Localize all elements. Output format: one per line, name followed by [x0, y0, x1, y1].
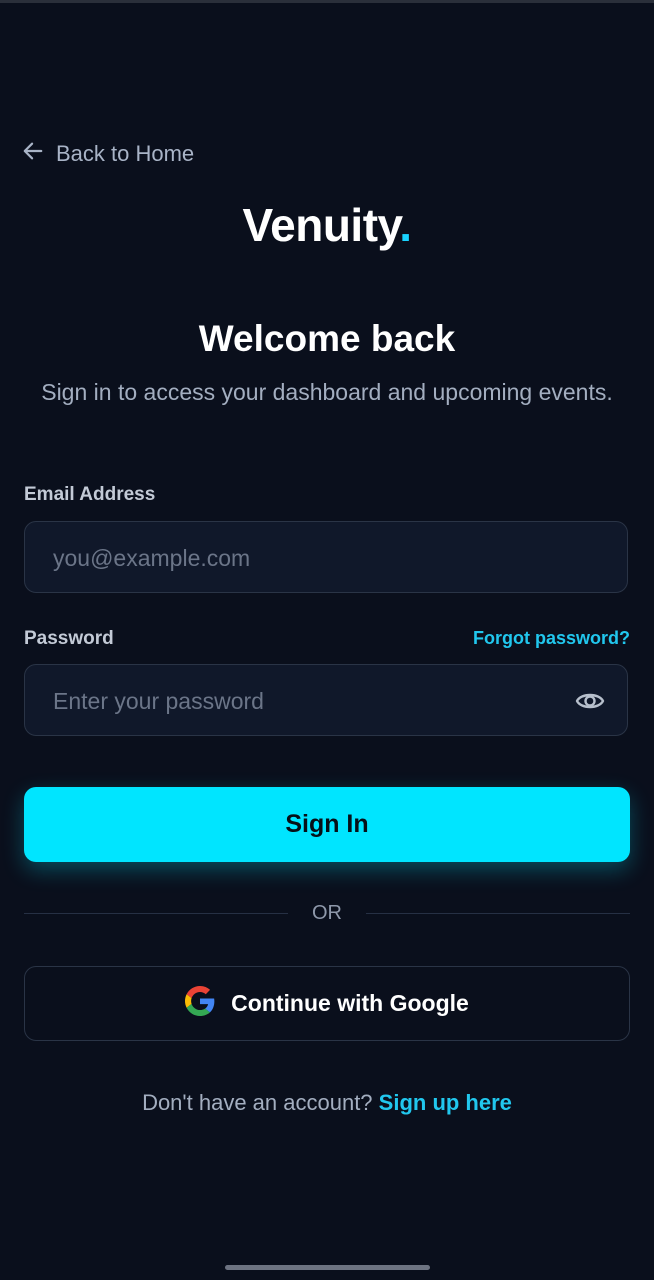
continue-with-google-button[interactable]: Continue with Google [24, 966, 630, 1041]
password-label: Password [24, 628, 114, 649]
brand-name: Venuity [242, 199, 400, 251]
email-label: Email Address [24, 484, 156, 505]
back-to-home-label: Back to Home [56, 141, 195, 166]
home-indicator[interactable] [225, 1265, 430, 1270]
back-to-home-link[interactable]: Back to Home [22, 140, 194, 168]
page-subtitle: Sign in to access your dashboard and upc… [41, 379, 613, 405]
brand-logo: Venuity. [0, 198, 654, 252]
brand-dot: . [399, 199, 412, 251]
password-field[interactable] [51, 665, 575, 737]
divider-line-right [366, 913, 630, 914]
email-field-container [24, 521, 628, 594]
google-icon [185, 985, 215, 1022]
status-bar-edge [0, 0, 654, 3]
email-field[interactable] [51, 522, 575, 594]
google-button-label: Continue with Google [231, 990, 469, 1016]
signup-prompt: Don't have an account? Sign up here [0, 1090, 654, 1116]
signup-prompt-text: Don't have an account? [142, 1090, 373, 1115]
sign-in-button[interactable]: Sign In [24, 787, 630, 862]
sign-up-link[interactable]: Sign up here [379, 1090, 512, 1115]
forgot-password-link[interactable]: Forgot password? [473, 628, 630, 649]
arrow-left-icon [22, 140, 44, 168]
eye-icon[interactable] [575, 687, 605, 715]
password-field-container [24, 664, 628, 737]
sign-in-page: Back to Home Venuity. Welcome back Sign … [0, 0, 654, 1280]
page-title: Welcome back [198, 318, 456, 359]
